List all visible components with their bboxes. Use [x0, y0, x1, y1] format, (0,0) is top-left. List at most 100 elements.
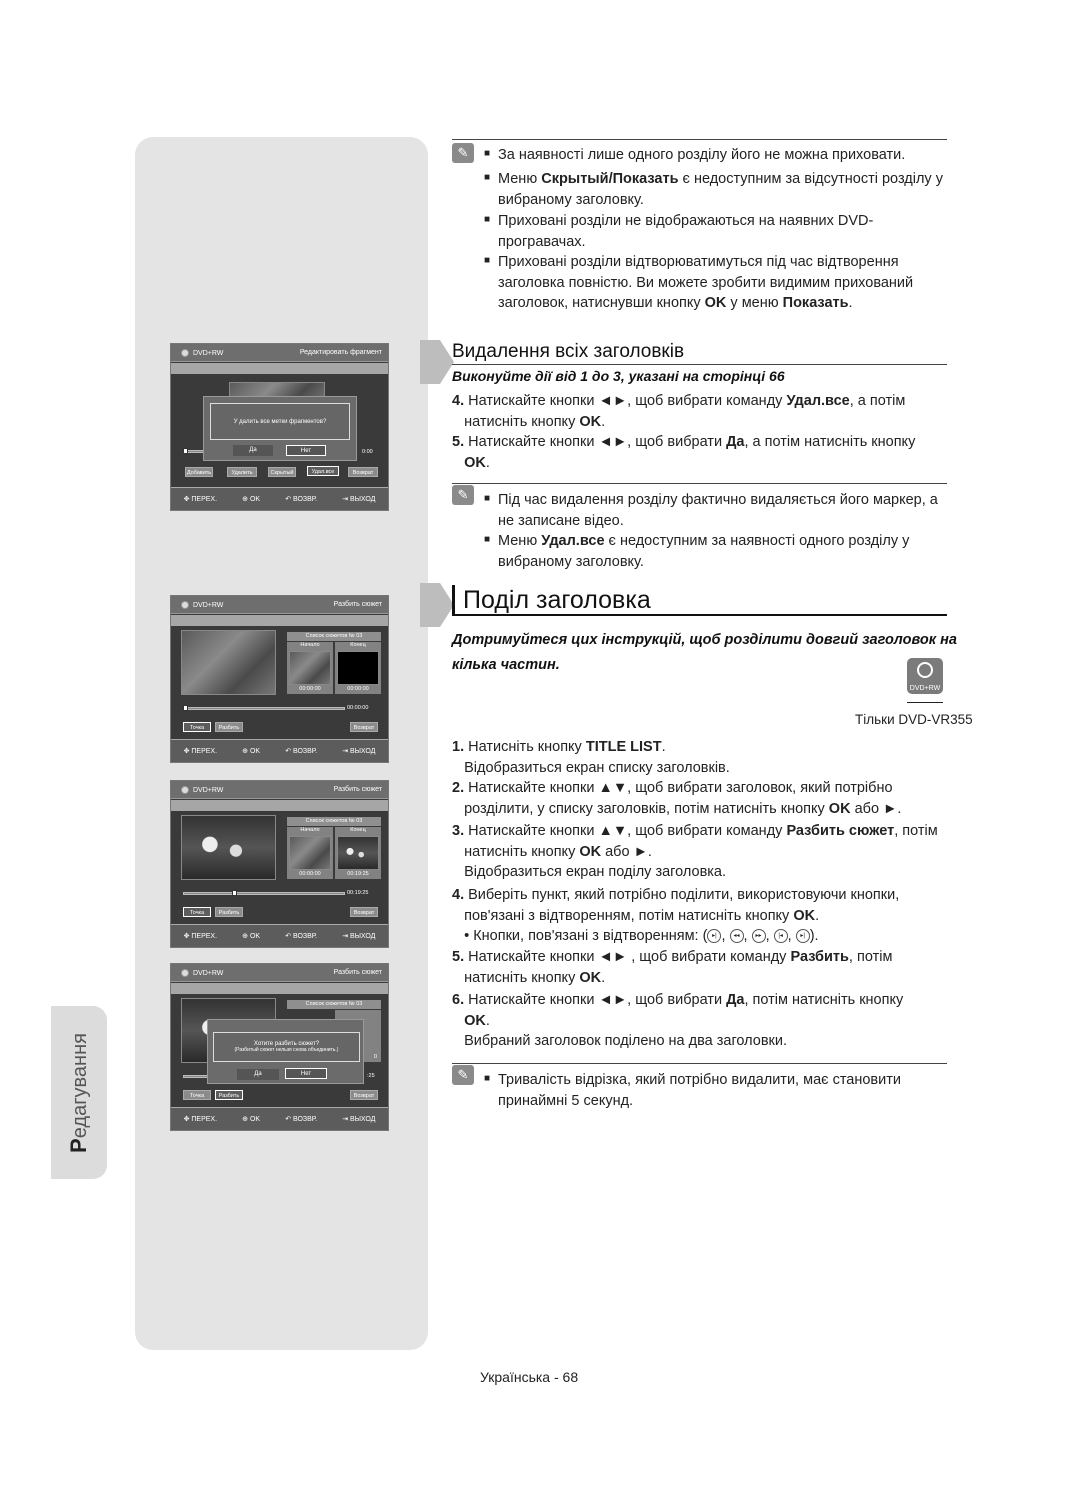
disc-icon	[181, 600, 189, 609]
remote-hints: ✥ ПЕРЕХ. ⊕ OK ↶ ВОЗВР. ⇥ ВЫХОД	[171, 1107, 388, 1130]
return-button[interactable]: Возврат	[350, 722, 378, 732]
delete-all-button[interactable]: Удал.все	[307, 466, 339, 476]
hint-exit-label: ВЫХОД	[350, 496, 376, 503]
hide-button[interactable]: Скрытый	[268, 467, 296, 477]
split-button[interactable]: Разбить	[215, 722, 243, 732]
option-name: Да	[726, 992, 745, 1008]
hint-ok: ⊕ OK	[242, 932, 260, 940]
disc-label: DVD+RW	[193, 786, 224, 794]
return-button[interactable]: Возврат	[350, 907, 378, 917]
step-text: Натискайте кнопки ▲▼, щоб вибрати команд…	[464, 823, 787, 839]
dialog-no-button[interactable]: Нет	[286, 445, 326, 456]
hint-move: ✥ ПЕРЕХ.	[184, 1115, 217, 1123]
menu-name: Удал.все	[541, 533, 605, 549]
step-number: 4.	[452, 887, 465, 903]
note-text-post: .	[848, 295, 853, 311]
bullet-icon: ■	[484, 172, 491, 183]
back-icon: ↶	[285, 496, 294, 503]
step-number: 5.	[452, 949, 465, 965]
end-thumb-box: Конец 00:00:00	[335, 642, 381, 694]
hint-move-label: ПЕРЕХ.	[191, 496, 218, 503]
disc-label: DVD+RW	[193, 969, 224, 977]
section-title-split: Поділ заголовка	[463, 586, 651, 614]
step-icon: ▸|	[707, 929, 722, 944]
split-button[interactable]: Разбить	[215, 1090, 243, 1100]
note-pencil-icon: ✎	[452, 1065, 474, 1085]
screen-header: DVD+RW Редактировать фрагмент	[171, 344, 388, 362]
step-5: 5. Натискайте кнопки ◄►, щоб вибрати Да,…	[452, 432, 952, 473]
confirm-dialog: Хотите разбить сюжет? (Разбитый сюжет не…	[207, 1019, 364, 1084]
rewind-icon: ◂◂	[729, 929, 744, 944]
progress-knob[interactable]	[183, 448, 188, 454]
step-text: Натисніть кнопку	[464, 739, 586, 755]
step-number: 6.	[452, 992, 465, 1008]
mark-point-button[interactable]: Точка	[183, 1090, 211, 1100]
split-button[interactable]: Разбить	[215, 907, 243, 917]
step-text: , потім натисніть кнопку	[744, 992, 904, 1008]
step-text: .	[661, 739, 666, 755]
preview-otter-image	[181, 815, 276, 880]
exit-icon: ⇥	[342, 933, 351, 940]
end-label: Конец	[350, 827, 366, 833]
note-text: Меню Удал.все є недоступним за наявності…	[498, 531, 909, 572]
step-text: .	[485, 454, 490, 471]
command-name: Разбить сюжет	[786, 823, 895, 839]
note-text-line2: вибраному заголовку.	[498, 553, 644, 570]
dialog-no-button[interactable]: Нет	[285, 1068, 327, 1079]
disc-icon	[181, 968, 189, 977]
hint-exit-label: ВЫХОД	[350, 748, 376, 755]
note-text-post: є недоступним за наявності одного розділ…	[604, 533, 910, 549]
step-text: Натискайте кнопки ◄► , щоб вибрати коман…	[464, 949, 791, 965]
hint-ok: ⊕ OK	[242, 1115, 260, 1123]
screen-split-point: DVD+RW Разбить сюжет Список сюжетов № 03…	[170, 780, 389, 948]
step-text: натисніть кнопку	[464, 969, 580, 986]
return-button[interactable]: Возврат	[350, 1090, 378, 1100]
note-text-line3: заголовок, натиснувши кнопку	[498, 295, 705, 311]
step-number: 4.	[452, 393, 465, 409]
split-step-5: 5. Натискайте кнопки ◄► , щоб вибрати ко…	[452, 947, 952, 988]
step-text: .	[815, 907, 820, 924]
step-text: розділити, у списку заголовків, потім на…	[464, 800, 829, 817]
hint-back-label: ВОЗВР.	[293, 496, 318, 503]
dialog-yes-button[interactable]: Да	[237, 1069, 279, 1080]
note-pencil-icon: ✎	[452, 485, 474, 505]
screen-split-confirm: DVD+RW Разбить сюжет Список сюжетов № 03…	[170, 963, 389, 1131]
mark-point-button[interactable]: Точка	[183, 722, 211, 732]
badge-label: DVD+RW	[909, 685, 941, 692]
skip-forward-icon: ▸|	[795, 929, 810, 944]
exit-icon: ⇥	[342, 496, 351, 503]
section-subtitle: Дотримуйтеся цих інструкцій, щоб розділи…	[452, 632, 957, 648]
step-4: 4. Натискайте кнопки ◄►, щоб вибрати ком…	[452, 391, 952, 432]
progress-knob[interactable]	[183, 705, 188, 711]
mark-point-button[interactable]: Точка	[183, 907, 211, 917]
dialog-message-box: Хотите разбить сюжет? (Разбитый сюжет не…	[213, 1032, 360, 1062]
split-step-6: 6. Натискайте кнопки ◄►, щоб вибрати Да,…	[452, 990, 952, 1052]
option-name: Да	[726, 434, 745, 450]
dialog-yes-button[interactable]: Да	[233, 445, 273, 456]
add-button[interactable]: Добавить	[185, 467, 213, 477]
step-text: Натискайте кнопки ▲▼, щоб вибрати заголо…	[464, 780, 893, 796]
hint-ok-label: OK	[249, 1116, 261, 1123]
hint-ok-label: OK	[249, 933, 261, 940]
step-text: натисніть кнопку	[464, 843, 580, 860]
ok-icon: ⊕	[242, 933, 250, 940]
step-number: 5.	[452, 434, 465, 450]
bullet-icon: ■	[484, 493, 491, 504]
screen-band	[171, 800, 388, 811]
skip-back-icon: |◂	[773, 929, 788, 944]
dialog-warning: (Разбитый сюжет нельзя снова объединить.…	[234, 1047, 339, 1053]
return-button[interactable]: Возврат	[348, 467, 378, 477]
start-thumb-box: Начало 00:00:00	[287, 827, 333, 879]
split-step-1: 1. Натисніть кнопку TITLE LIST. Відобраз…	[452, 737, 952, 778]
step-text: або ►.	[601, 843, 652, 860]
note-divider	[452, 139, 947, 140]
step-text: , потім	[894, 823, 938, 839]
ok-icon: ⊕	[242, 1116, 250, 1123]
step-result: Вибраний заголовок поділено на два загол…	[464, 1033, 788, 1049]
progress-knob[interactable]	[231, 890, 237, 896]
delete-button[interactable]: Удалить	[227, 467, 257, 477]
command-name: Удал.все	[786, 393, 850, 409]
hint-back-label: ВОЗВР.	[293, 933, 318, 940]
end-thumb-image	[337, 651, 379, 685]
screen-title: Разбить сюжет	[333, 786, 382, 793]
